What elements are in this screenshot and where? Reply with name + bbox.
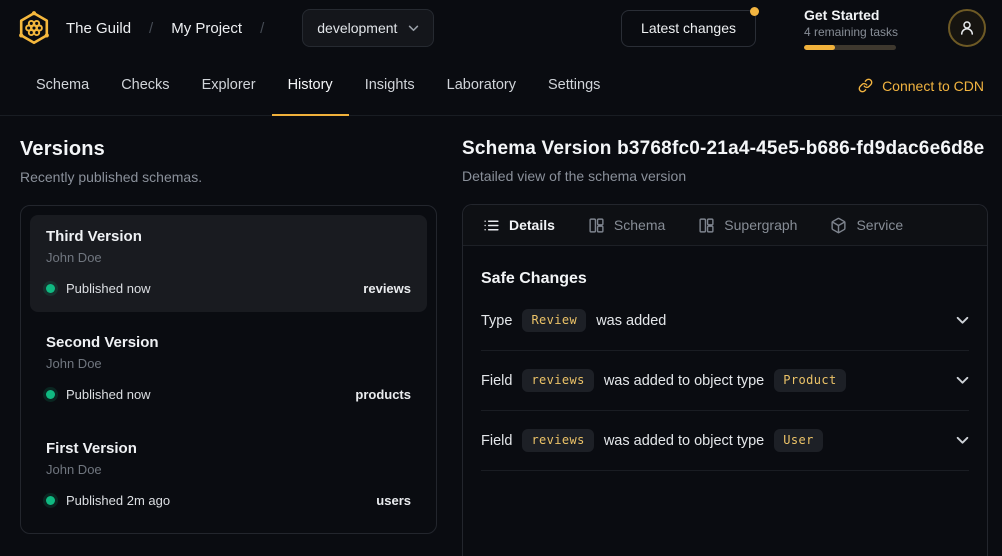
user-avatar[interactable] — [948, 9, 986, 47]
project-nav: Schema Checks Explorer History Insights … — [0, 56, 1002, 116]
detail-tab-label: Details — [509, 217, 555, 233]
tab-insights[interactable]: Insights — [349, 56, 431, 116]
get-started-widget[interactable]: Get Started 4 remaining tasks — [804, 7, 896, 50]
service-badge: products — [355, 387, 411, 402]
tab-laboratory[interactable]: Laboratory — [431, 56, 532, 116]
progress-bar — [804, 45, 896, 50]
published-dot — [46, 390, 55, 399]
chevron-down-icon — [408, 25, 419, 32]
top-bar: The Guild / My Project / development Lat… — [0, 0, 1002, 56]
user-icon — [958, 19, 976, 37]
version-card[interactable]: First Version John Doe Published 2m ago … — [30, 427, 427, 524]
list-icon — [483, 217, 500, 234]
tab-checks[interactable]: Checks — [105, 56, 185, 116]
chevron-down-icon[interactable] — [956, 316, 969, 325]
versions-panel: Versions Recently published schemas. Thi… — [20, 116, 437, 556]
change-target-chip: User — [774, 429, 823, 452]
main-content: Versions Recently published schemas. Thi… — [0, 116, 1002, 556]
org-name[interactable]: The Guild — [66, 20, 131, 37]
change-kind: Field — [481, 433, 512, 449]
detail-tab-supergraph[interactable]: Supergraph — [698, 217, 797, 234]
detail-tab-label: Supergraph — [724, 217, 797, 233]
tab-schema[interactable]: Schema — [20, 56, 105, 116]
environment-select[interactable]: development — [302, 9, 434, 47]
latest-changes-button[interactable]: Latest changes — [621, 10, 756, 47]
change-row[interactable]: Field reviews was added to object type U… — [481, 411, 969, 471]
change-name-chip: reviews — [522, 369, 593, 392]
panels-icon — [588, 217, 605, 234]
panels-icon — [698, 217, 715, 234]
change-text: was added to object type — [604, 373, 764, 389]
version-author: John Doe — [46, 462, 411, 477]
guild-logo[interactable] — [16, 10, 52, 46]
versions-subtitle: Recently published schemas. — [20, 169, 437, 185]
change-target-chip: Product — [774, 369, 845, 392]
connect-to-cdn-label: Connect to CDN — [882, 78, 984, 94]
versions-title: Versions — [20, 138, 437, 161]
chevron-down-icon[interactable] — [956, 436, 969, 445]
breadcrumb-separator: / — [149, 20, 153, 37]
version-name: Third Version — [46, 228, 411, 245]
detail-tab-label: Service — [856, 217, 903, 233]
tab-history[interactable]: History — [272, 56, 349, 116]
version-detail-panel: Schema Version b3768fc0-21a4-45e5-b686-f… — [462, 116, 988, 556]
change-kind: Type — [481, 313, 512, 329]
service-badge: reviews — [363, 281, 411, 296]
detail-tab-service[interactable]: Service — [830, 217, 903, 234]
tab-settings[interactable]: Settings — [532, 56, 616, 116]
published-dot — [46, 496, 55, 505]
version-author: John Doe — [46, 356, 411, 371]
project-name[interactable]: My Project — [171, 20, 242, 37]
change-kind: Field — [481, 373, 512, 389]
detail-card: Details Schema Supergraph — [462, 204, 988, 556]
detail-tab-schema[interactable]: Schema — [588, 217, 665, 234]
detail-tabs: Details Schema Supergraph — [463, 205, 987, 246]
detail-tab-details[interactable]: Details — [483, 217, 555, 234]
change-name-chip: Review — [522, 309, 586, 332]
change-text: was added to object type — [604, 433, 764, 449]
published-status: Published now — [66, 281, 151, 296]
version-card[interactable]: Second Version John Doe Published now pr… — [30, 321, 427, 418]
change-name-chip: reviews — [522, 429, 593, 452]
version-author: John Doe — [46, 250, 411, 265]
detail-tab-label: Schema — [614, 217, 665, 233]
progress-fill — [804, 45, 835, 50]
honeycomb-logo-icon — [16, 10, 52, 46]
chevron-down-icon[interactable] — [956, 376, 969, 385]
service-badge: users — [376, 493, 411, 508]
section-title: Safe Changes — [481, 262, 969, 288]
change-row[interactable]: Field reviews was added to object type P… — [481, 351, 969, 411]
tab-explorer[interactable]: Explorer — [186, 56, 272, 116]
change-row[interactable]: Type Review was added — [481, 291, 969, 351]
published-status: Published now — [66, 387, 151, 402]
detail-subtitle: Detailed view of the schema version — [462, 168, 988, 184]
versions-list: Third Version John Doe Published now rev… — [20, 205, 437, 534]
version-meta: Published now products — [46, 387, 411, 402]
link-icon — [858, 78, 873, 93]
version-name: Second Version — [46, 334, 411, 351]
box-icon — [830, 217, 847, 234]
version-name: First Version — [46, 440, 411, 457]
version-meta: Published now reviews — [46, 281, 411, 296]
detail-title: Schema Version b3768fc0-21a4-45e5-b686-f… — [462, 138, 988, 160]
version-meta: Published 2m ago users — [46, 493, 411, 508]
published-dot — [46, 284, 55, 293]
environment-select-value: development — [317, 20, 397, 36]
notification-dot — [750, 7, 759, 16]
breadcrumb-separator: / — [260, 20, 264, 37]
get-started-subtitle: 4 remaining tasks — [804, 25, 896, 39]
changes-section: Safe Changes Type Review was added Field… — [463, 246, 987, 471]
get-started-title: Get Started — [804, 7, 896, 23]
published-status: Published 2m ago — [66, 493, 170, 508]
version-card[interactable]: Third Version John Doe Published now rev… — [30, 215, 427, 312]
change-text: was added — [596, 313, 666, 329]
latest-changes-label: Latest changes — [641, 20, 736, 36]
connect-to-cdn-link[interactable]: Connect to CDN — [858, 56, 986, 115]
